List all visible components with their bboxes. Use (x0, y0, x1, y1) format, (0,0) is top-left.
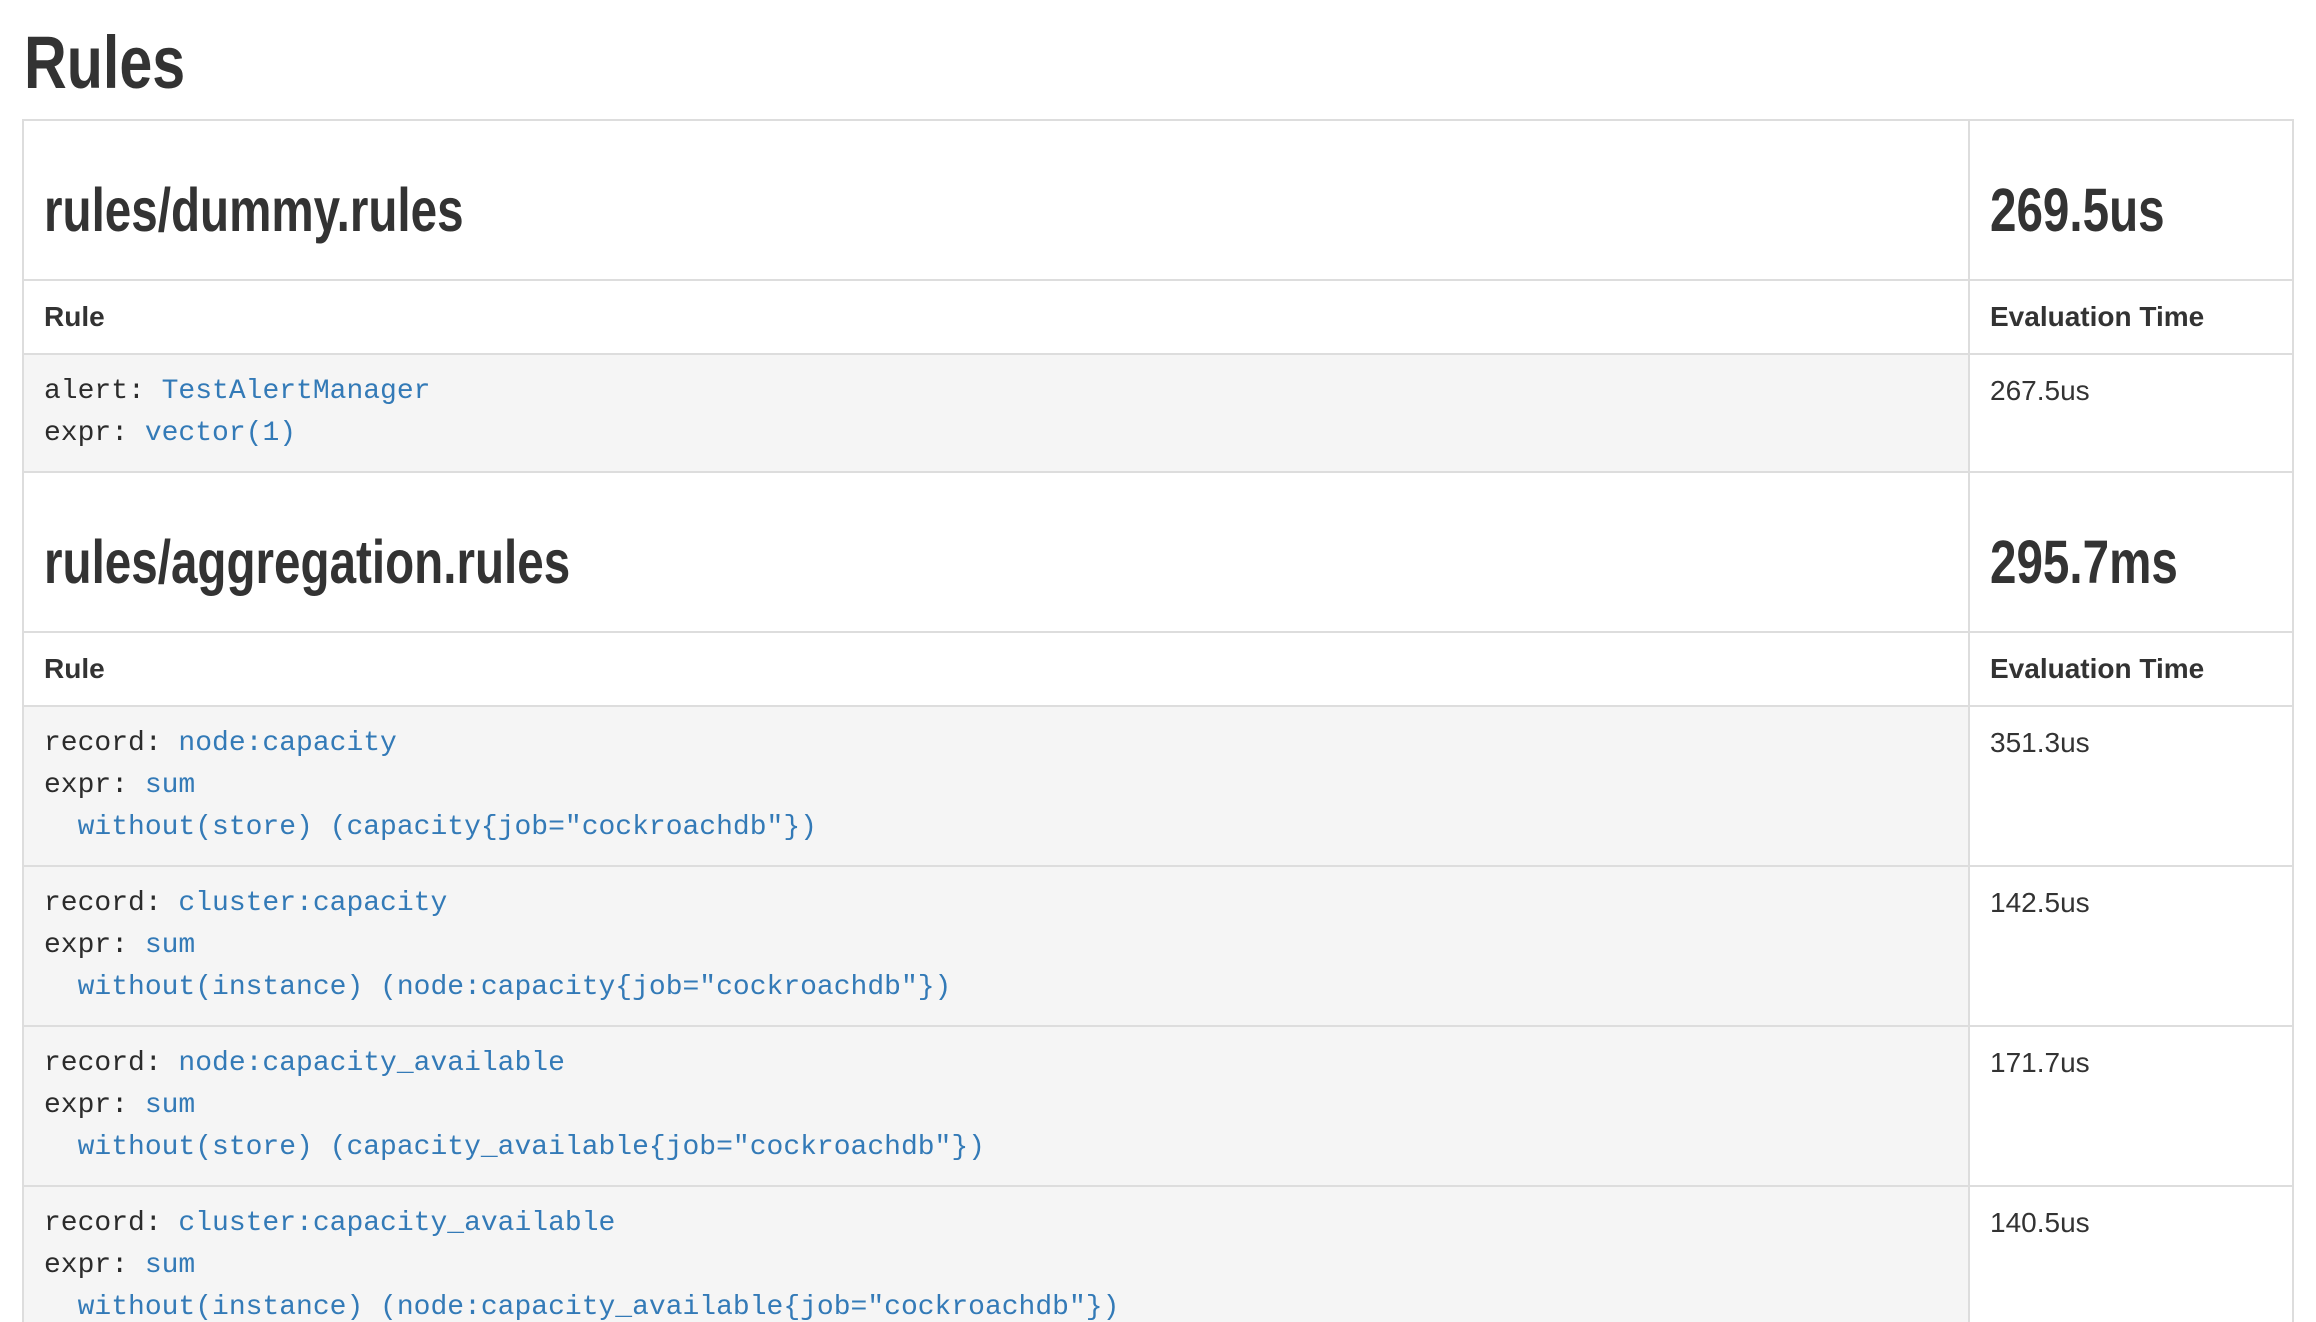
rule-line: without(instance) (node:capacity_availab… (44, 1287, 1948, 1322)
rule-expr-link[interactable]: without(instance) (node:capacity_availab… (44, 1292, 1119, 1322)
group-file-name: rules/aggregation.rules (44, 529, 1948, 595)
rule-group-row: rules/aggregation.rules 295.7ms (23, 472, 2293, 632)
rule-cell: record: cluster:capacity expr: sum witho… (23, 866, 1969, 1026)
rule-line: record: node:capacity_available (44, 1043, 1948, 1085)
rule-expr-link[interactable]: vector(1) (145, 418, 296, 449)
evaluation-time-cell: 142.5us (1969, 866, 2293, 1026)
rule-line: expr: sum (44, 1085, 1948, 1127)
rule-expr-link[interactable]: sum (145, 930, 195, 961)
rule-line: record: cluster:capacity_available (44, 1203, 1948, 1245)
rule-line: record: cluster:capacity (44, 883, 1948, 925)
rule-keyword: expr: (44, 770, 145, 801)
group-total-time-cell: 269.5us (1969, 120, 2293, 280)
rule-expr-link[interactable]: TestAlertManager (162, 376, 431, 407)
rule-line: without(store) (capacity_available{job="… (44, 1127, 1948, 1169)
rule-keyword: alert: (44, 376, 162, 407)
rule-line: expr: sum (44, 1245, 1948, 1287)
rule-cell: record: cluster:capacity_available expr:… (23, 1186, 1969, 1322)
evaluation-time-cell: 171.7us (1969, 1026, 2293, 1186)
rules-page: Rules rules/dummy.rules 269.5us Rule Eva… (0, 20, 2316, 1322)
rule-row: record: node:capacity expr: sum without(… (23, 706, 2293, 866)
rule-expr-link[interactable]: node:capacity (178, 728, 396, 759)
rule-line: without(store) (capacity{job="cockroachd… (44, 807, 1948, 849)
rule-line: alert: TestAlertManager (44, 371, 1948, 413)
rule-row: record: node:capacity_available expr: su… (23, 1026, 2293, 1186)
rule-expr-link[interactable]: node:capacity_available (178, 1048, 564, 1079)
group-file-cell: rules/aggregation.rules (23, 472, 1969, 632)
rule-expr-link[interactable]: cluster:capacity (178, 888, 447, 919)
rule-column-header: Rule (23, 632, 1969, 706)
rule-line: expr: sum (44, 925, 1948, 967)
group-file-name: rules/dummy.rules (44, 177, 1948, 243)
evaluation-time-cell: 351.3us (1969, 706, 2293, 866)
rule-line: without(instance) (node:capacity{job="co… (44, 967, 1948, 1009)
time-column-header: Evaluation Time (1969, 280, 2293, 354)
page-title-text: Rules (24, 20, 185, 105)
rule-expr-link[interactable]: without(store) (capacity_available{job="… (44, 1132, 985, 1163)
page-title: Rules (24, 20, 2294, 105)
rule-keyword: record: (44, 728, 178, 759)
group-file-cell: rules/dummy.rules (23, 120, 1969, 280)
group-total-time: 269.5us (1990, 177, 2272, 243)
rule-row: record: cluster:capacity expr: sum witho… (23, 866, 2293, 1026)
rule-expr-link[interactable]: sum (145, 770, 195, 801)
rule-expr-link[interactable]: without(store) (capacity{job="cockroachd… (44, 812, 817, 843)
evaluation-time-cell: 140.5us (1969, 1186, 2293, 1322)
rule-keyword: expr: (44, 418, 145, 449)
rule-expr-link[interactable]: sum (145, 1250, 195, 1281)
rule-keyword: record: (44, 1048, 178, 1079)
rule-expr-link[interactable]: sum (145, 1090, 195, 1121)
rule-cell: record: node:capacity expr: sum without(… (23, 706, 1969, 866)
rule-keyword: expr: (44, 1090, 145, 1121)
time-column-header: Evaluation Time (1969, 632, 2293, 706)
column-header-row: Rule Evaluation Time (23, 280, 2293, 354)
rule-group-row: rules/dummy.rules 269.5us (23, 120, 2293, 280)
rule-cell: record: node:capacity_available expr: su… (23, 1026, 1969, 1186)
group-total-time: 295.7ms (1990, 529, 2272, 595)
rule-row: record: cluster:capacity_available expr:… (23, 1186, 2293, 1322)
group-total-time-cell: 295.7ms (1969, 472, 2293, 632)
rule-row: alert: TestAlertManager expr: vector(1) … (23, 354, 2293, 472)
rule-keyword: record: (44, 888, 178, 919)
rule-line: expr: sum (44, 765, 1948, 807)
rule-expr-link[interactable]: cluster:capacity_available (178, 1208, 615, 1239)
rule-column-header: Rule (23, 280, 1969, 354)
evaluation-time-cell: 267.5us (1969, 354, 2293, 472)
rule-keyword: expr: (44, 930, 145, 961)
rule-keyword: record: (44, 1208, 178, 1239)
rule-expr-link[interactable]: without(instance) (node:capacity{job="co… (44, 972, 951, 1003)
rule-line: expr: vector(1) (44, 413, 1948, 455)
rules-table: rules/dummy.rules 269.5us Rule Evaluatio… (22, 119, 2294, 1322)
rule-line: record: node:capacity (44, 723, 1948, 765)
rule-keyword: expr: (44, 1250, 145, 1281)
rule-cell: alert: TestAlertManager expr: vector(1) (23, 354, 1969, 472)
column-header-row: Rule Evaluation Time (23, 632, 2293, 706)
